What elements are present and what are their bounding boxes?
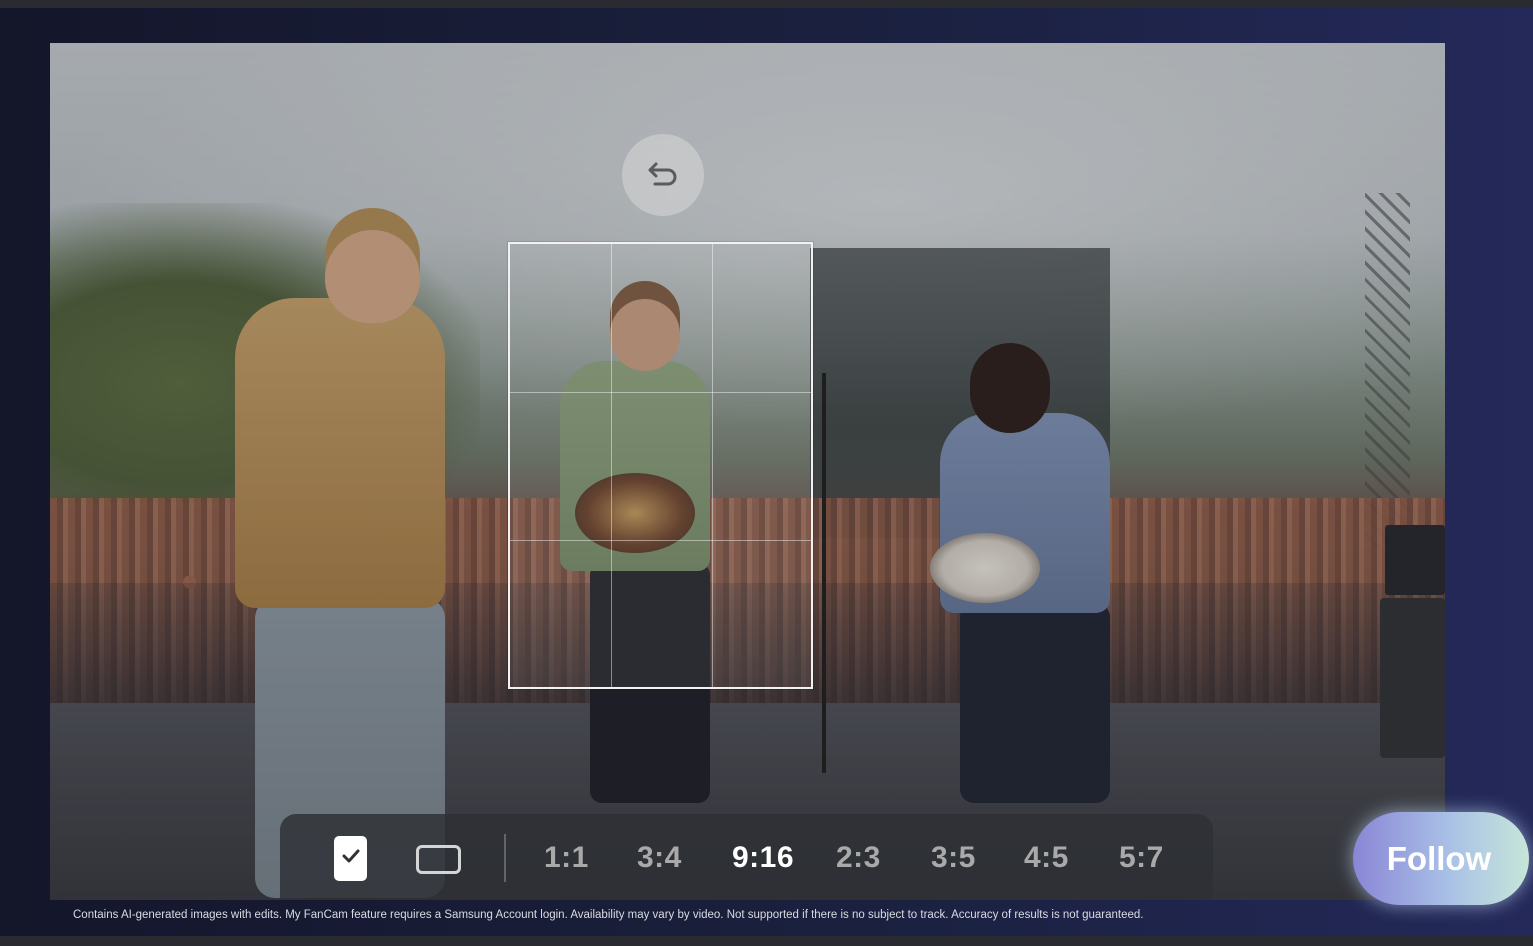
tracking-toggle-button[interactable]	[334, 836, 367, 881]
ratio-1-1-button[interactable]: 1:1	[544, 838, 589, 878]
ratio-3-5-button[interactable]: 3:5	[931, 838, 976, 878]
ratio-3-4-button[interactable]: 3:4	[637, 838, 682, 878]
undo-icon	[643, 153, 683, 198]
aspect-ratio-toolbar: 1:1 3:4 9:16 2:3 3:5 4:5 5:7	[280, 814, 1213, 900]
undo-button[interactable]	[622, 134, 704, 216]
crop-frame[interactable]	[508, 242, 813, 689]
bottom-bar	[0, 936, 1533, 946]
rectangle-frame-icon[interactable]	[416, 845, 461, 874]
toolbar-divider	[504, 834, 506, 882]
ratio-9-16-button[interactable]: 9:16	[732, 838, 794, 878]
ratio-2-3-button[interactable]: 2:3	[836, 838, 881, 878]
crop-gridline	[712, 244, 713, 687]
checkmark-icon	[342, 849, 360, 868]
disclaimer-text: Contains AI-generated images with edits.…	[73, 909, 1144, 921]
video-frame[interactable]	[50, 43, 1445, 900]
crop-gridline	[510, 392, 811, 393]
top-bar	[0, 0, 1533, 8]
crop-gridline	[510, 540, 811, 541]
crop-gridline	[611, 244, 612, 687]
ratio-4-5-button[interactable]: 4:5	[1024, 838, 1069, 878]
follow-button[interactable]: Follow	[1353, 812, 1529, 905]
ratio-5-7-button[interactable]: 5:7	[1119, 838, 1164, 878]
